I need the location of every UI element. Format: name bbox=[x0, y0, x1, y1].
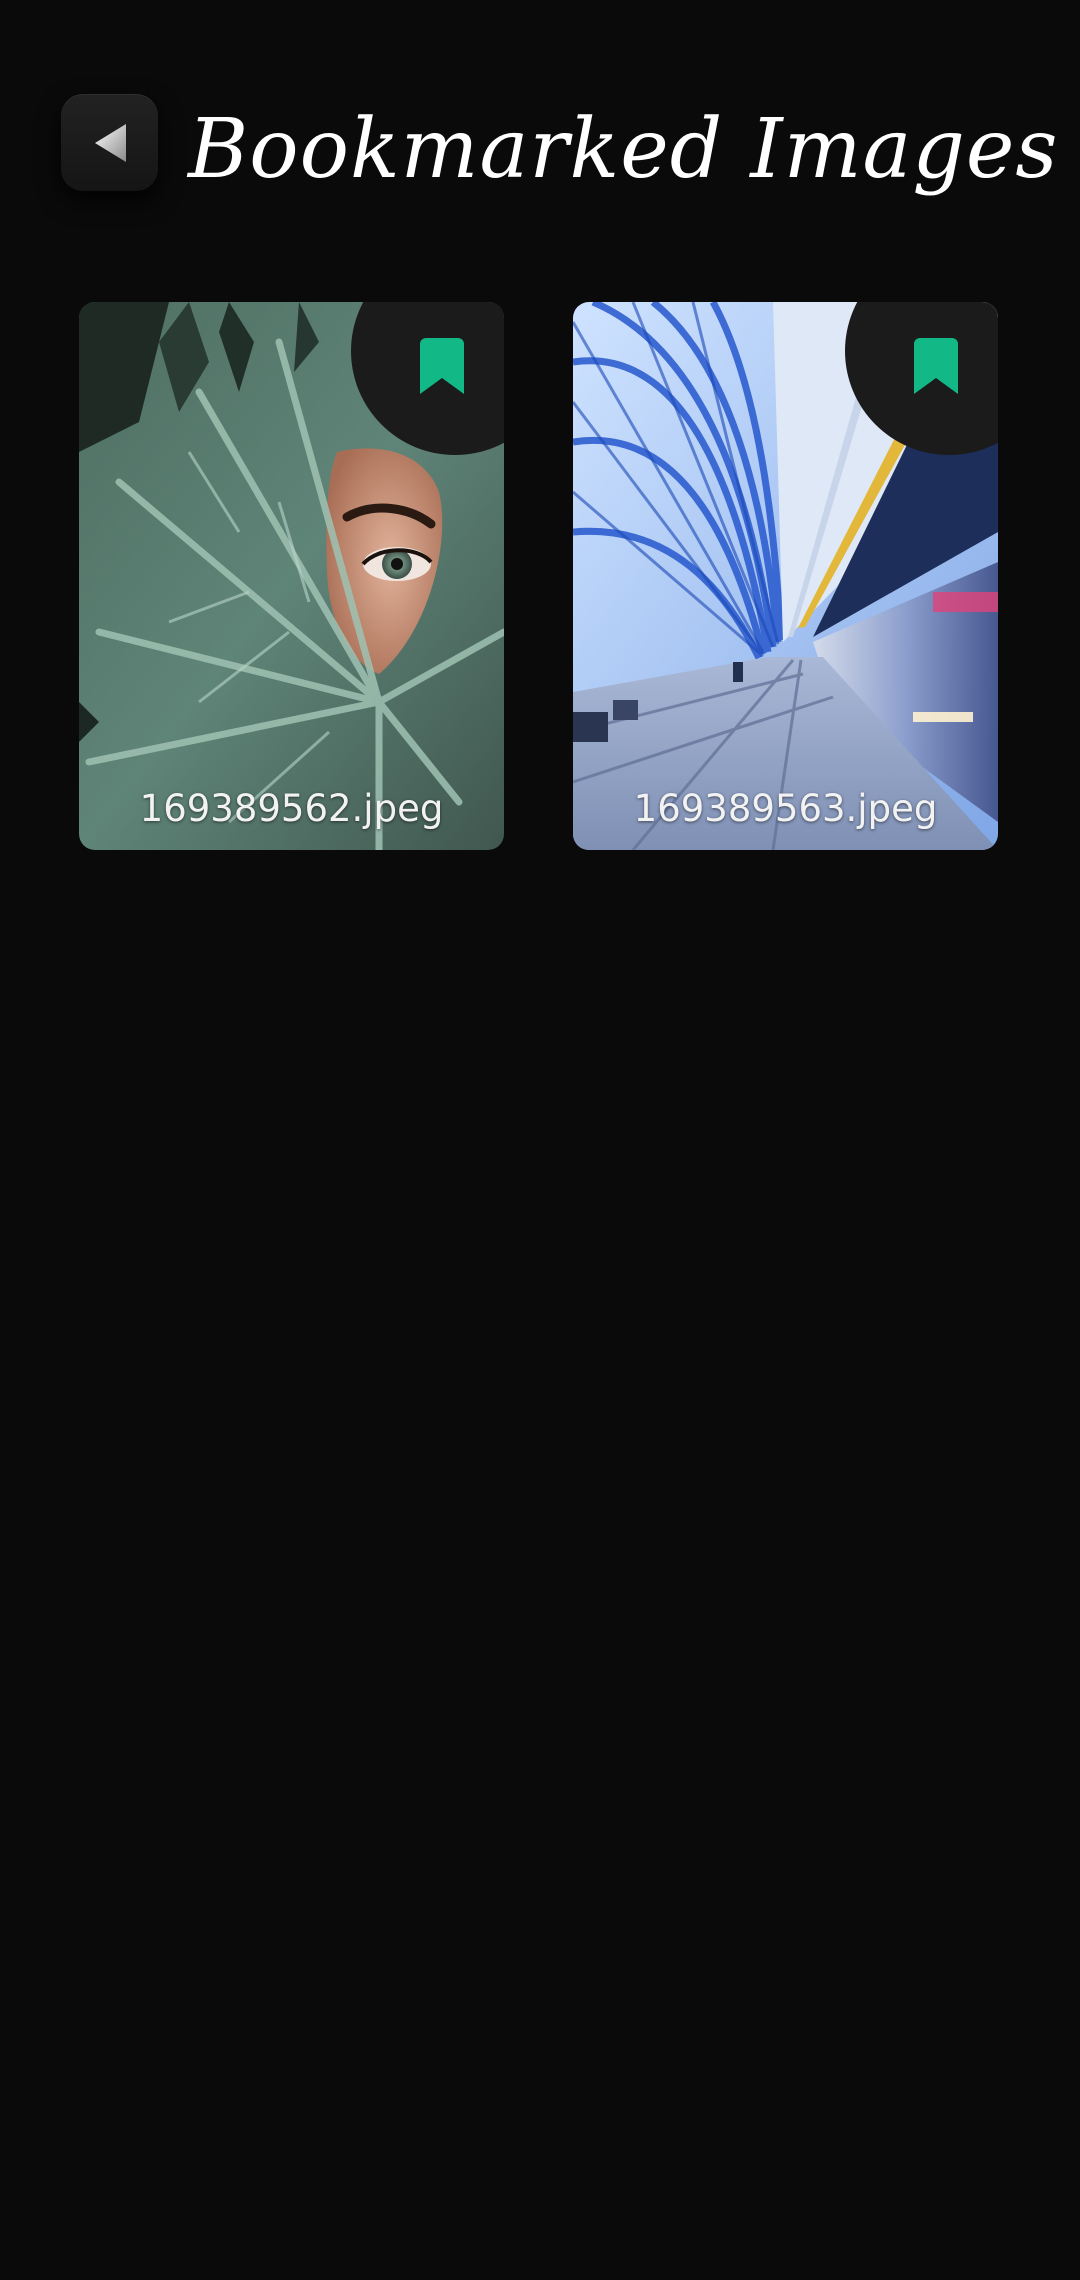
image-filename: 169389563.jpeg bbox=[633, 787, 938, 830]
back-triangle-icon bbox=[94, 123, 126, 162]
header: Bookmarked Images bbox=[0, 0, 1080, 240]
bookmark-icon[interactable] bbox=[420, 338, 464, 394]
back-button[interactable] bbox=[61, 94, 158, 191]
image-filename: 169389562.jpeg bbox=[139, 787, 444, 830]
image-card[interactable]: 169389562.jpeg bbox=[79, 302, 504, 850]
bookmark-icon[interactable] bbox=[914, 338, 958, 394]
image-card[interactable]: 169389563.jpeg bbox=[573, 302, 998, 850]
page-title: Bookmarked Images bbox=[188, 102, 1059, 197]
